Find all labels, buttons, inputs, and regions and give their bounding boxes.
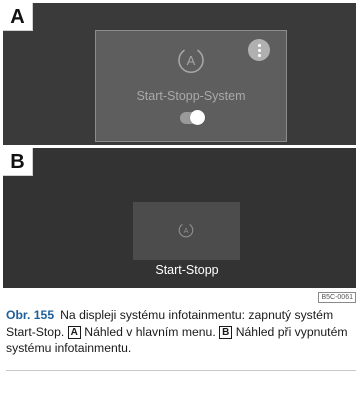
svg-text:A: A (184, 226, 189, 235)
tile-title: Start-Stopp-System (136, 89, 246, 103)
caption-text-2: Náhled v hlavním menu. (84, 324, 216, 339)
caption-tag-b: B (219, 325, 233, 339)
caption-divider (6, 370, 356, 371)
caption-tag-a: A (67, 325, 81, 339)
start-stop-tile[interactable]: A (133, 202, 240, 260)
figure-caption: Obr. 155 Na displeji systému infotainment… (6, 307, 356, 357)
start-stop-toggle[interactable] (180, 110, 205, 125)
figure-number: Obr. 155 (6, 308, 55, 322)
more-vertical-icon[interactable] (248, 39, 270, 61)
panel-a: A A Start-Stopp-System (3, 3, 356, 145)
toggle-knob (190, 110, 205, 125)
panel-b: B A Start-Stopp (3, 148, 356, 288)
start-stop-icon: A (178, 224, 194, 238)
panel-b-label: B (3, 148, 33, 176)
start-stop-system-tile[interactable]: A Start-Stopp-System (95, 30, 287, 142)
svg-text:A: A (187, 53, 196, 68)
tile-label: Start-Stopp (155, 263, 219, 277)
start-stop-icon: A (178, 49, 204, 73)
panel-a-label: A (3, 3, 33, 31)
figure-id: B5C-0061 (318, 292, 356, 303)
